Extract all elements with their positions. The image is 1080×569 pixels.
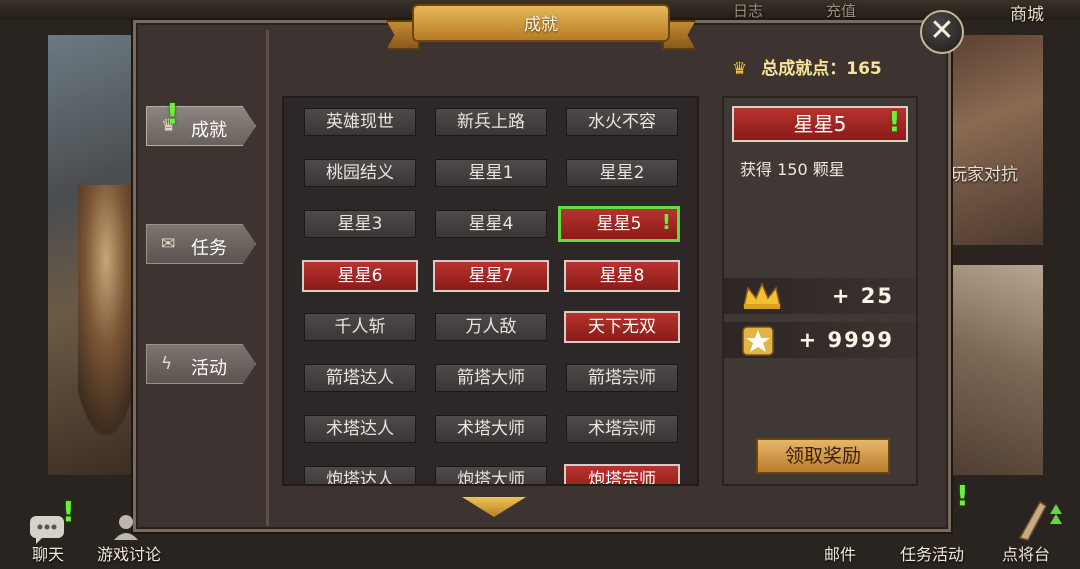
tab-label: 活动 — [191, 358, 227, 379]
general-platform-icon[interactable] — [1012, 494, 1068, 542]
achievement-item-completed[interactable]: 炮塔宗师 — [564, 464, 680, 484]
tab-activities[interactable]: ϟ 活动 — [146, 344, 256, 384]
detail-description: 获得 150 颗星 — [740, 160, 845, 179]
top-nav-shop[interactable]: 商城 — [1010, 0, 1044, 25]
tab-alert-icon: ! — [166, 97, 179, 130]
general-platform-label[interactable]: 点将台 — [1002, 541, 1050, 565]
achievement-item[interactable]: 术塔宗师 — [566, 415, 678, 443]
star-icon — [742, 326, 774, 356]
crown-icon: ♛ — [732, 59, 748, 79]
background-battle-art — [945, 265, 1043, 475]
side-tab-panel: ♛ 成就 ✉ 任务 ϟ 活动 — [136, 30, 269, 526]
chat-label[interactable]: 聊天 — [32, 541, 64, 565]
tab-label: 任务 — [191, 238, 227, 259]
top-nav-recharge[interactable]: 充值 — [826, 0, 856, 21]
achievement-label: 星星5 — [596, 214, 642, 234]
crown-icon — [743, 282, 781, 309]
reward-points-value: + 25 — [831, 284, 894, 308]
achievement-detail-panel: 星星5 ! 获得 150 颗星 + 25 + 9999 领取奖励 — [722, 96, 918, 486]
close-button[interactable]: ✕ — [920, 10, 964, 54]
claim-reward-button[interactable]: 领取奖励 — [756, 438, 890, 474]
achievement-item[interactable]: 箭塔大师 — [435, 364, 547, 392]
reward-row-stars: + 9999 — [724, 322, 916, 358]
reward-stars-value: + 9999 — [798, 328, 894, 352]
achievement-item[interactable]: 星星1 — [435, 159, 547, 187]
background-hero-art — [48, 35, 148, 475]
achievement-item[interactable]: 术塔大师 — [435, 415, 547, 443]
detail-title-text: 星星5 — [793, 112, 847, 136]
achievement-item[interactable]: 万人敌 — [435, 313, 547, 341]
chat-alert-icon: ! — [62, 495, 75, 528]
achievement-item[interactable]: 星星4 — [435, 210, 547, 238]
close-icon[interactable]: ✕ — [929, 13, 954, 48]
achievement-item-completed[interactable]: 星星7 — [433, 260, 549, 292]
tab-tasks[interactable]: ✉ 任务 — [146, 224, 256, 264]
task-activity-label[interactable]: 任务活动 — [900, 541, 964, 565]
tab-achievements[interactable]: ♛ 成就 — [146, 106, 256, 146]
achievement-item[interactable]: 箭塔宗师 — [566, 364, 678, 392]
achievement-item[interactable]: 千人斩 — [304, 313, 416, 341]
achievement-item[interactable]: 英雄现世 — [304, 108, 416, 136]
achievement-item-selected[interactable]: 星星5 ! — [558, 206, 680, 242]
achievement-item[interactable]: 箭塔达人 — [304, 364, 416, 392]
scroll-icon: ✉ — [161, 234, 176, 254]
achievement-item[interactable]: 水火不容 — [566, 108, 678, 136]
achievement-item[interactable]: 星星2 — [566, 159, 678, 187]
forum-label[interactable]: 游戏讨论 — [97, 541, 161, 565]
reward-row-points: + 25 — [724, 278, 916, 314]
alert-icon: ! — [661, 210, 671, 234]
tab-label: 成就 — [191, 120, 227, 141]
achievement-list[interactable]: 英雄现世 新兵上路 水火不容 桃园结义 星星1 星星2 星星3 星星4 星星5 … — [282, 96, 699, 486]
achievement-item[interactable]: 桃园结义 — [304, 159, 416, 187]
total-points-value: 165 — [846, 59, 882, 79]
achievement-item-completed[interactable]: 星星6 — [302, 260, 418, 292]
achievement-item[interactable]: 星星3 — [304, 210, 416, 238]
total-points: ♛ 总成就点：165 — [732, 54, 882, 79]
achievement-item[interactable]: 术塔达人 — [304, 415, 416, 443]
mail-label[interactable]: 邮件 — [824, 541, 856, 565]
achievement-item[interactable]: 炮塔大师 — [435, 466, 547, 484]
total-points-label: 总成就点： — [761, 59, 847, 79]
dialog-title-banner: 成就 — [386, 0, 696, 56]
achievement-item-completed[interactable]: 天下无双 — [564, 311, 680, 343]
lightning-icon: ϟ — [161, 354, 173, 374]
pvp-label[interactable]: 玩家对抗 — [950, 160, 1018, 185]
achievement-item-completed[interactable]: 星星8 — [564, 260, 680, 292]
achievement-item[interactable]: 炮塔达人 — [304, 466, 416, 484]
achievement-item[interactable]: 新兵上路 — [435, 108, 547, 136]
detail-alert-icon: ! — [888, 105, 901, 138]
background-pvp-art — [945, 35, 1043, 245]
detail-title: 星星5 — [732, 106, 908, 142]
task-activity-alert-icon: ! — [956, 479, 969, 512]
dialog-title: 成就 — [524, 15, 558, 35]
forum-icon[interactable] — [112, 512, 148, 542]
top-nav-log[interactable]: 日志 — [733, 0, 763, 21]
